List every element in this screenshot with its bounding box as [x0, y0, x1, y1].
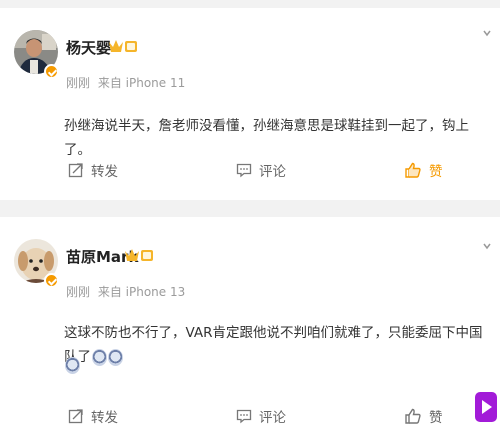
post-text: 这球不防也不行了，VAR肯定跟他说不判咱们就难了，只能委屈下中国队了 [64, 325, 483, 365]
post-content: 这球不防也不行了，VAR肯定跟他说不判咱们就难了，只能委屈下中国队了 [64, 321, 484, 369]
repost-icon [68, 163, 83, 178]
repost-button[interactable]: 转发 [68, 155, 118, 185]
sad-emoji-icon [108, 348, 123, 366]
username[interactable]: 杨天婴 [66, 37, 111, 58]
repost-label: 转发 [91, 410, 118, 426]
post-meta: 刚刚 来自 iPhone 11 [66, 74, 189, 91]
like-icon [405, 408, 421, 424]
more-chevron-icon[interactable] [482, 28, 492, 38]
action-bar: 转发 评论 赞 [0, 401, 500, 431]
post-card: 苗原Mark 刚刚 来自 iPhone 13 这球不防也不行了，VAR肯定跟他说… [0, 217, 500, 440]
like-button[interactable]: 赞 [404, 155, 443, 185]
comment-button[interactable]: 评论 [236, 155, 286, 185]
repost-label: 转发 [91, 164, 118, 180]
repost-icon [68, 409, 83, 424]
sad-emoji-icon [65, 357, 80, 374]
post-source: 来自 iPhone 11 [97, 76, 186, 90]
vip-crown-icon [125, 249, 153, 261]
like-button[interactable]: 赞 [404, 401, 443, 431]
play-icon[interactable] [475, 392, 497, 422]
repost-button[interactable]: 转发 [68, 401, 118, 431]
comment-icon [236, 163, 252, 178]
sad-emoji-icon [92, 348, 107, 366]
verified-icon [44, 64, 59, 79]
post-source: 来自 iPhone 13 [97, 285, 186, 299]
like-icon [405, 162, 421, 178]
verified-icon [44, 273, 59, 288]
top-separator [0, 0, 500, 8]
post-time: 刚刚 [66, 285, 91, 299]
comment-button[interactable]: 评论 [236, 401, 286, 431]
post-time: 刚刚 [66, 76, 91, 90]
like-label: 赞 [429, 410, 443, 426]
action-bar: 转发 评论 赞 [0, 155, 500, 185]
post-card: 杨天婴 刚刚 来自 iPhone 11 孙继海说半天，詹老师没看懂，孙继海意思是… [0, 8, 500, 200]
vip-crown-icon [109, 40, 137, 52]
post-meta: 刚刚 来自 iPhone 13 [66, 283, 189, 300]
like-label: 赞 [429, 164, 443, 180]
comment-label: 评论 [259, 410, 286, 426]
more-chevron-icon[interactable] [482, 241, 492, 251]
comment-icon [236, 409, 252, 424]
comment-label: 评论 [259, 164, 286, 180]
